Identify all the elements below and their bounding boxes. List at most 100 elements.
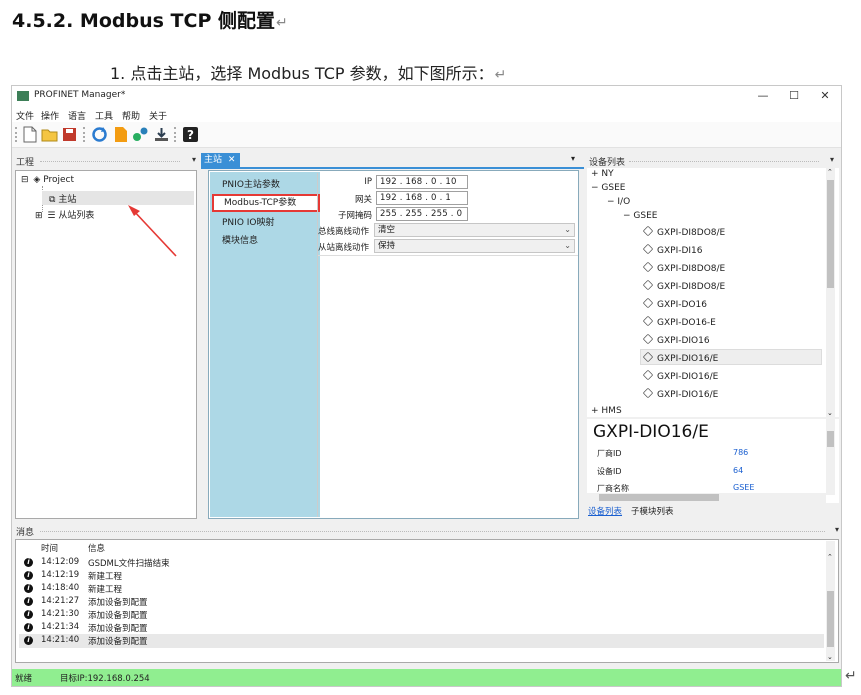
subnet-mask-input[interactable]: 255 . 255 . 255 . 0 bbox=[376, 207, 468, 221]
chevron-down-icon: ⌄ bbox=[564, 241, 571, 250]
module-icon bbox=[642, 369, 654, 381]
device-item[interactable]: GXPI-DIO16/E bbox=[642, 369, 718, 382]
group-gsee[interactable]: − GSEE bbox=[591, 183, 625, 193]
device-item[interactable]: GXPI-DI8DO8/E bbox=[642, 261, 725, 274]
device-item[interactable]: GXPI-DIO16/E bbox=[642, 387, 718, 400]
section-heading: 4.5.2. Modbus TCP 侧配置↵ bbox=[12, 10, 288, 32]
tree-project[interactable]: ⊟ ◈ Project bbox=[21, 175, 74, 185]
bus-off-select[interactable]: 清空 ⌄ bbox=[374, 223, 575, 237]
device-panel-header: 设备列表 ▾ bbox=[589, 155, 834, 169]
help-icon[interactable]: ? bbox=[182, 126, 199, 143]
master-config-panel: PNIO主站参数 Modbus-TCP参数 PNIO IO映射 模块信息 IP … bbox=[208, 170, 579, 519]
device-panel-title: 设备列表 bbox=[589, 158, 626, 168]
tab-pnio-master[interactable]: PNIO主站参数 bbox=[210, 176, 316, 194]
config-tab-nav: PNIO主站参数 Modbus-TCP参数 PNIO IO映射 模块信息 bbox=[210, 172, 320, 517]
refresh-icon[interactable] bbox=[91, 126, 108, 143]
scrollbar-thumb[interactable] bbox=[827, 591, 834, 647]
scrollbar-thumb[interactable] bbox=[827, 180, 834, 288]
tab-modbus-tcp[interactable]: Modbus-TCP参数 bbox=[212, 194, 320, 212]
bus-off-label: 总线离线动作 bbox=[318, 227, 370, 237]
ip-label: IP bbox=[364, 177, 372, 187]
detail-scrollbar[interactable] bbox=[826, 419, 835, 495]
device-item[interactable]: GXPI-DI16 bbox=[642, 243, 703, 256]
info-icon: i bbox=[24, 636, 33, 645]
tree-slave-list[interactable]: ⊞ ☰ 从站列表 bbox=[35, 208, 94, 221]
scroll-down-icon[interactable]: ⌄ bbox=[827, 409, 833, 417]
ip-input[interactable]: 192 . 168 . 0 . 10 bbox=[376, 175, 468, 189]
menu-language[interactable]: 语言 bbox=[68, 109, 86, 122]
status-bar: 就绪 目标IP:192.168.0.254 bbox=[12, 669, 841, 686]
document-return-mark: ↵ bbox=[845, 668, 857, 684]
group-gsee-sub[interactable]: − GSEE bbox=[623, 211, 657, 221]
menu-help[interactable]: 帮助 bbox=[122, 109, 140, 122]
menu-operate[interactable]: 操作 bbox=[41, 109, 59, 122]
download-icon[interactable] bbox=[153, 126, 170, 143]
message-panel-title: 消息 bbox=[16, 528, 35, 538]
info-icon: i bbox=[24, 584, 33, 593]
group-hms[interactable]: + HMS bbox=[591, 406, 622, 416]
module-icon bbox=[642, 351, 654, 363]
title-bar: PROFINET Manager* — ☐ ✕ bbox=[12, 86, 841, 106]
device-item[interactable]: GXPI-DI8DO8/E bbox=[642, 279, 725, 292]
menu-file[interactable]: 文件 bbox=[16, 109, 34, 122]
connect-icon[interactable] bbox=[132, 126, 149, 143]
annotation-arrow bbox=[128, 205, 177, 257]
info-icon: i bbox=[24, 571, 33, 580]
tab-submodule-list[interactable]: 子模块列表 bbox=[631, 505, 674, 517]
device-item[interactable]: GXPI-DO16-E bbox=[642, 315, 716, 328]
tree-master[interactable]: ⧉ 主站 bbox=[49, 192, 76, 205]
project-icon: ◈ bbox=[33, 175, 41, 185]
device-item-selected[interactable]: GXPI-DIO16/E bbox=[642, 351, 718, 364]
device-id-value: 64 bbox=[733, 466, 744, 475]
tab-device-list[interactable]: 设备列表 bbox=[588, 505, 622, 517]
slave-off-select[interactable]: 保持 ⌄ bbox=[374, 239, 575, 253]
mask-label: 子网掩码 bbox=[337, 211, 372, 221]
minimize-button[interactable]: — bbox=[750, 87, 776, 105]
maximize-button[interactable]: ☐ bbox=[781, 87, 807, 105]
module-icon bbox=[642, 279, 654, 291]
gateway-input[interactable]: 192 . 168 . 0 . 1 bbox=[376, 191, 468, 205]
panel-dropdown-icon[interactable]: ▾ bbox=[830, 155, 834, 164]
project-panel-title: 工程 bbox=[16, 158, 35, 168]
menu-about[interactable]: 关于 bbox=[149, 109, 167, 122]
tab-module-info[interactable]: 模块信息 bbox=[210, 232, 316, 250]
scroll-up-icon[interactable]: ⌃ bbox=[827, 553, 833, 561]
new-file-icon[interactable] bbox=[21, 126, 38, 143]
detail-device-name: GXPI-DIO16/E bbox=[593, 422, 709, 442]
module-icon bbox=[642, 297, 654, 309]
device-item[interactable]: GXPI-DO16 bbox=[642, 297, 707, 310]
message-scrollbar[interactable]: ⌃ ⌄ bbox=[826, 541, 835, 661]
toolbar: ? bbox=[12, 122, 841, 148]
device-item[interactable]: GXPI-DIO16 bbox=[642, 333, 710, 346]
group-ny[interactable]: + NY bbox=[591, 169, 614, 179]
panel-dropdown-icon[interactable]: ▾ bbox=[835, 525, 839, 534]
tab-pnio-io-map[interactable]: PNIO IO映射 bbox=[210, 214, 316, 232]
module-icon bbox=[642, 333, 654, 345]
info-icon: i bbox=[24, 597, 33, 606]
save-icon[interactable] bbox=[61, 126, 78, 143]
tab-dropdown-icon[interactable]: ▾ bbox=[571, 154, 575, 163]
detail-hscrollbar[interactable] bbox=[587, 493, 826, 503]
expand-icon[interactable]: ⊞ bbox=[35, 211, 43, 221]
collapse-icon[interactable]: ⊟ bbox=[21, 175, 29, 185]
app-window: PROFINET Manager* — ☐ ✕ 文件 操作 语言 工具 帮助 关… bbox=[11, 85, 842, 687]
device-item[interactable]: GXPI-DI8DO8/E bbox=[642, 225, 725, 238]
scroll-up-icon[interactable]: ⌃ bbox=[827, 168, 833, 176]
module-icon bbox=[642, 225, 654, 237]
open-folder-icon[interactable] bbox=[41, 126, 58, 143]
close-tab-icon[interactable]: ✕ bbox=[228, 155, 236, 165]
module-icon bbox=[642, 387, 654, 399]
device-tree-scrollbar[interactable]: ⌃ ⌄ bbox=[826, 168, 835, 417]
panel-dropdown-icon[interactable]: ▾ bbox=[192, 155, 196, 164]
info-icon: i bbox=[24, 623, 33, 632]
scroll-down-icon[interactable]: ⌄ bbox=[827, 653, 833, 661]
scrollbar-thumb[interactable] bbox=[827, 431, 834, 447]
device-id-label: 设备ID bbox=[597, 467, 622, 476]
export-icon[interactable] bbox=[112, 126, 129, 143]
close-button[interactable]: ✕ bbox=[812, 87, 838, 105]
vendor-id-label: 厂商ID bbox=[597, 449, 622, 458]
menu-tools[interactable]: 工具 bbox=[95, 109, 113, 122]
device-tree: + NY − GSEE − I/O − GSEE GXPI-DI8DO8/E G… bbox=[587, 168, 839, 417]
tab-master[interactable]: 主站 ✕ bbox=[201, 153, 240, 167]
group-io[interactable]: − I/O bbox=[607, 197, 630, 207]
